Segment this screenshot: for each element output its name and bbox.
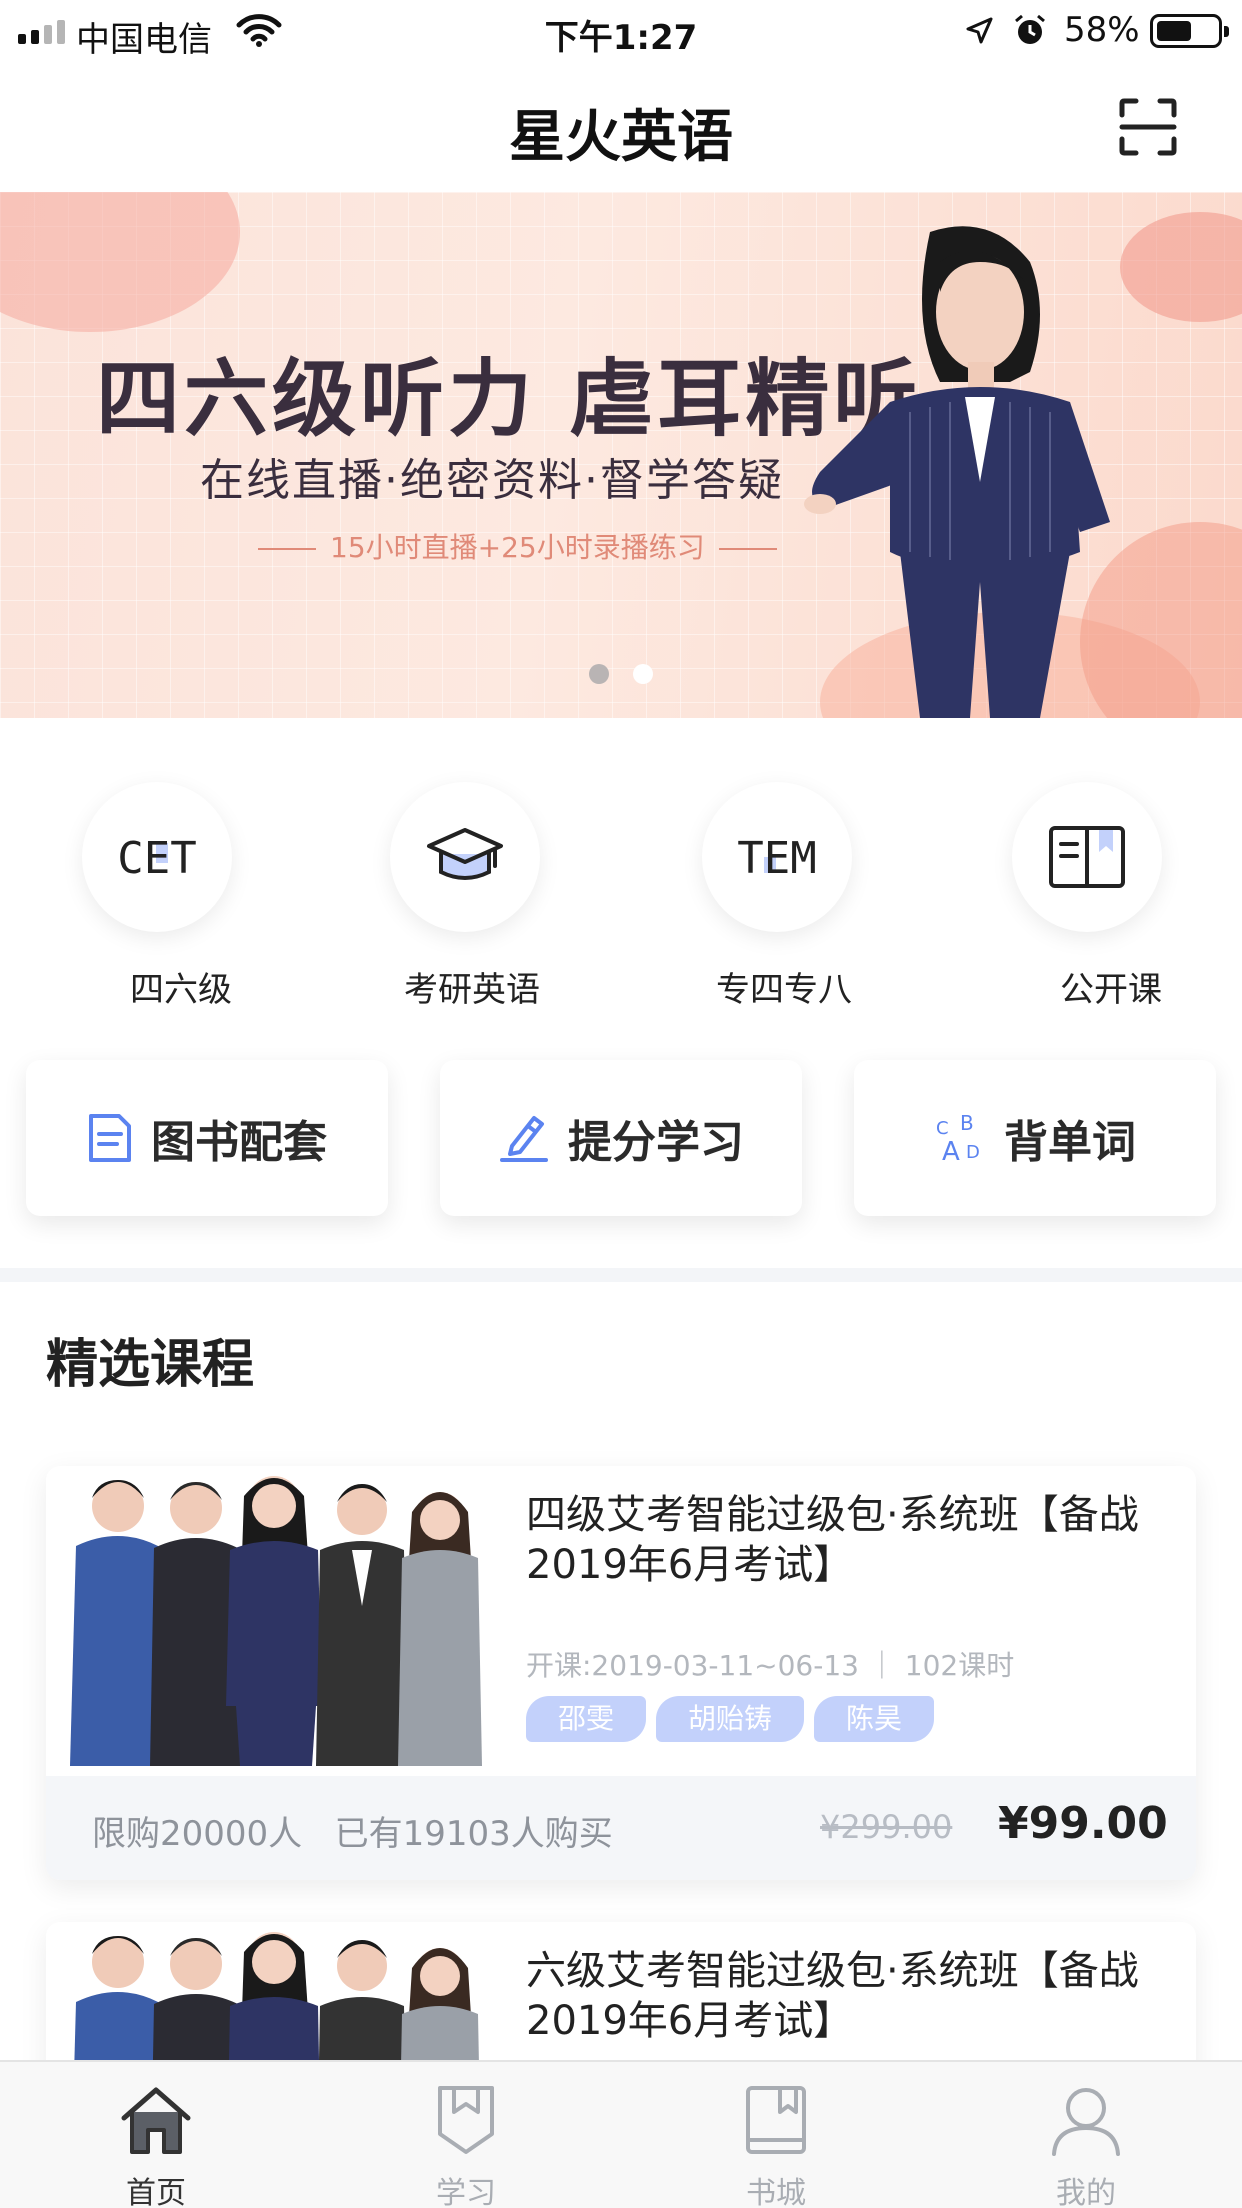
clock: 下午1:27 — [544, 18, 698, 58]
banner-pagination — [0, 664, 1242, 684]
book-icon — [746, 2086, 806, 2154]
tab-study[interactable]: 学习 — [366, 2062, 566, 2208]
course-teachers-image — [46, 1466, 496, 1766]
category-open-course[interactable]: 公开课 — [1012, 782, 1162, 1011]
alarm-icon — [1015, 14, 1045, 44]
bookmark-shield-icon — [438, 2086, 494, 2154]
promo-banner[interactable]: 四六级听力 虐耳精听 在线直播·绝密资料·督学答疑 15小时直播+25小时录播练… — [0, 192, 1242, 718]
svg-text:D: D — [966, 1142, 980, 1163]
tem-icon: TEM — [702, 782, 852, 932]
section-divider — [0, 1268, 1242, 1282]
book-materials-button[interactable]: 图书配套 — [26, 1060, 388, 1216]
section-title: 精选课程 — [46, 1335, 255, 1395]
nav-bar: 星火英语 — [0, 62, 1242, 192]
cet-icon: CET — [82, 782, 232, 932]
banner-subtitle: 在线直播·绝密资料·督学答疑 — [200, 455, 784, 506]
category-label: 专四专八 — [716, 970, 852, 1010]
battery-icon — [1150, 14, 1229, 48]
svg-text:A: A — [942, 1137, 960, 1164]
svg-text:TEM: TEM — [737, 833, 816, 884]
graduation-cap-icon — [390, 782, 540, 932]
scan-icon[interactable] — [1118, 97, 1178, 157]
current-price: ¥99.00 — [998, 1798, 1168, 1849]
status-bar: 中国电信 下午1:27 58% — [0, 0, 1242, 62]
tab-bar: 首页 学习 书城 我的 — [0, 2060, 1242, 2208]
course-card[interactable]: 四级艾考智能过级包·系统班【备战2019年6月考试】 开课:2019-03-11… — [46, 1466, 1196, 1880]
vocabulary-button[interactable]: C B A D 背单词 — [854, 1060, 1216, 1216]
svg-text:B: B — [960, 1112, 974, 1135]
banner-tagline: 15小时直播+25小时录播练习 — [244, 526, 791, 566]
tab-home[interactable]: 首页 — [56, 2062, 256, 2208]
category-kaoyan[interactable]: 考研英语 — [390, 782, 540, 1011]
purchase-limit: 限购20000人 已有19103人购买 — [92, 1814, 613, 1854]
score-improve-button[interactable]: 提分学习 — [440, 1060, 802, 1216]
course-schedule: 开课:2019-03-11~06-13 ｜ 102课时 — [526, 1649, 1015, 1682]
category-label: 考研英语 — [404, 970, 540, 1010]
svg-text:CET: CET — [117, 833, 196, 884]
quick-action-label: 提分学习 — [568, 1117, 744, 1168]
app-title: 星火英语 — [509, 105, 733, 170]
course-footer: 限购20000人 已有19103人购买 ¥299.00 ¥99.00 — [46, 1776, 1196, 1880]
pen-icon — [500, 1116, 548, 1162]
tab-label: 学习 — [436, 2176, 496, 2208]
tab-label: 我的 — [1056, 2176, 1116, 2208]
tab-label: 书城 — [746, 2176, 806, 2208]
purchase-count: 已有19103人购买 — [334, 1814, 613, 1854]
category-label: 四六级 — [130, 970, 232, 1010]
category-label: 公开课 — [1060, 970, 1162, 1010]
tab-mine[interactable]: 我的 — [986, 2062, 1186, 2208]
teacher-tag: 胡贻铸 — [656, 1696, 805, 1742]
svg-text:C: C — [936, 1118, 949, 1139]
location-arrow-icon — [966, 17, 993, 44]
teacher-tag: 邵雯 — [526, 1696, 647, 1742]
home-icon — [121, 2087, 191, 2154]
quick-action-label: 背单词 — [1004, 1117, 1136, 1168]
category-tem[interactable]: TEM 专四专八 — [702, 782, 852, 1011]
document-icon — [89, 1114, 131, 1162]
original-price: ¥299.00 — [820, 1808, 953, 1846]
course-title: 四级艾考智能过级包·系统班【备战2019年6月考试】 — [526, 1492, 1139, 1588]
open-book-icon — [1012, 782, 1162, 932]
teacher-tags: 邵雯 胡贻铸 陈昊 — [526, 1696, 935, 1742]
course-title: 六级艾考智能过级包·系统班【备战2019年6月考试】 — [526, 1948, 1139, 2044]
pagination-dot[interactable] — [633, 664, 653, 684]
user-icon — [1052, 2088, 1120, 2156]
pagination-dot[interactable] — [589, 664, 609, 684]
category-cet[interactable]: CET 四六级 — [82, 782, 232, 1011]
tab-bookstore[interactable]: 书城 — [676, 2062, 876, 2208]
abcd-letters-icon: C B A D — [936, 1112, 980, 1164]
tab-label: 首页 — [126, 2176, 186, 2208]
teacher-tag: 陈昊 — [814, 1696, 935, 1742]
quick-action-label: 图书配套 — [151, 1117, 327, 1168]
banner-teacher-image — [804, 226, 1110, 718]
battery-percent: 58% — [1064, 10, 1140, 50]
